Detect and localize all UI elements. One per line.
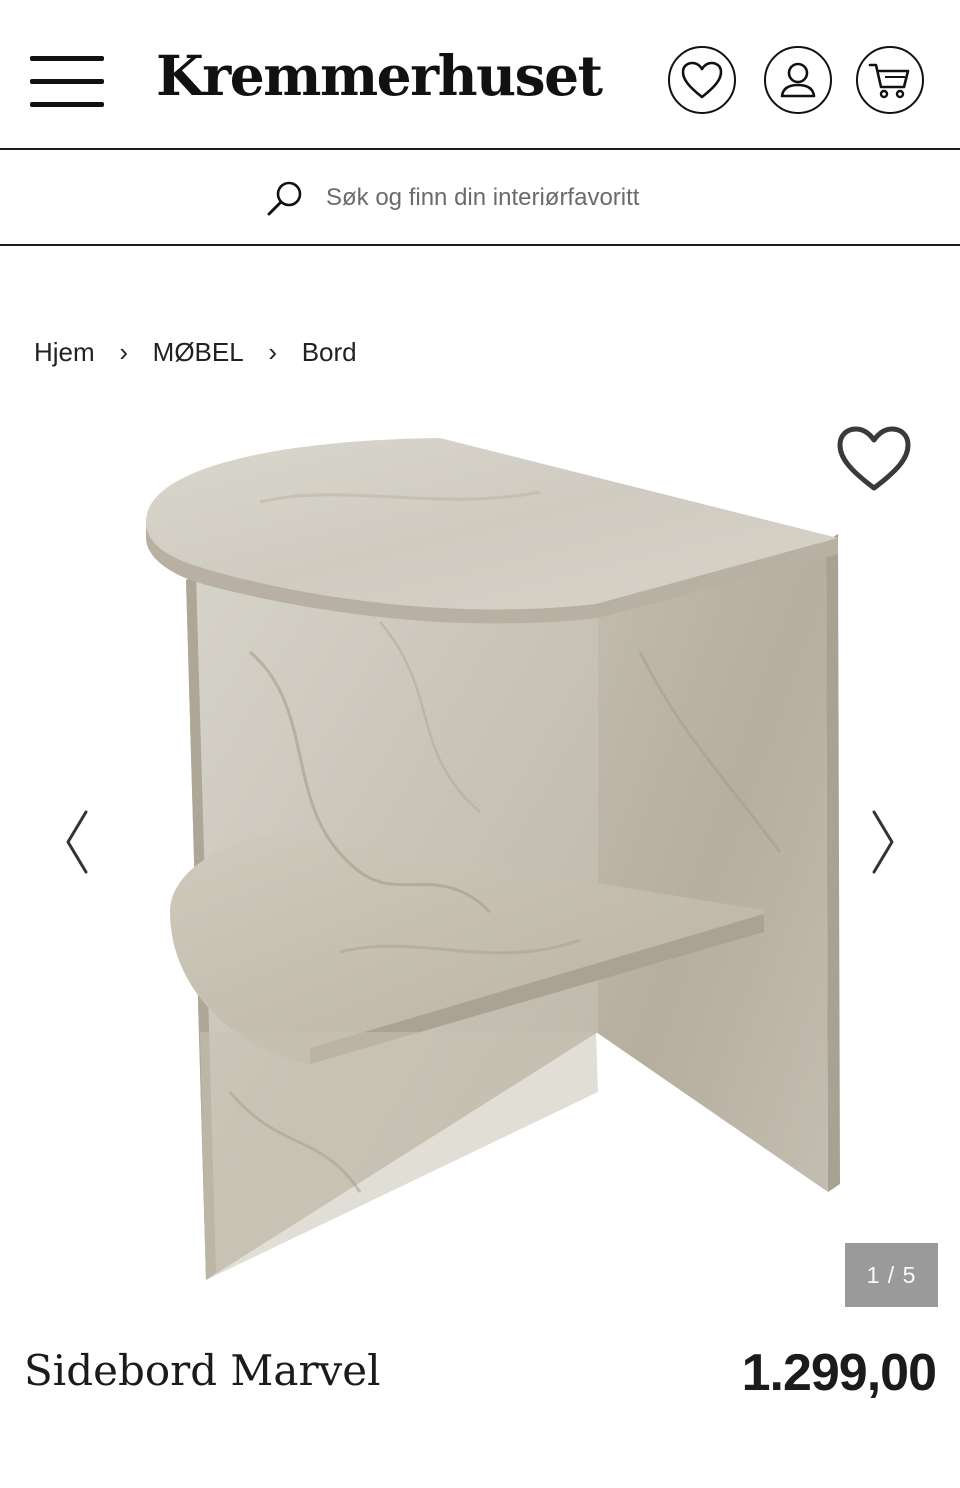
menu-icon-bar — [30, 56, 104, 61]
product-title: Sidebord Marvel — [24, 1346, 381, 1395]
menu-icon-bar — [30, 102, 104, 107]
site-header: Kremmerhuset — [0, 0, 960, 150]
site-logo[interactable]: Kremmerhuset — [156, 48, 603, 103]
heart-icon — [681, 61, 723, 99]
cart-button[interactable] — [856, 46, 924, 114]
user-icon — [780, 62, 816, 98]
breadcrumb: Hjem › MØBEL › Bord — [34, 334, 357, 370]
next-image-chevron-right-icon[interactable] — [864, 808, 904, 876]
breadcrumb-item-home[interactable]: Hjem — [34, 337, 95, 368]
breadcrumb-item-bord[interactable]: Bord — [302, 337, 357, 368]
product-price: 1.299,00 — [741, 1344, 937, 1402]
add-to-wishlist-heart-icon[interactable] — [834, 424, 914, 494]
breadcrumb-item-mobel[interactable]: MØBEL — [153, 337, 244, 368]
menu-icon-bar — [30, 79, 104, 84]
menu-icon[interactable] — [28, 54, 106, 112]
image-counter: 1 / 5 — [845, 1243, 938, 1307]
wishlist-button[interactable] — [668, 46, 736, 114]
product-gallery[interactable] — [0, 392, 960, 1312]
cart-icon — [868, 63, 910, 99]
account-button[interactable] — [764, 46, 832, 114]
search-bar — [0, 150, 960, 246]
product-image[interactable] — [20, 392, 940, 1312]
previous-image-chevron-left-icon[interactable] — [56, 808, 96, 876]
search-input[interactable] — [320, 178, 752, 218]
breadcrumb-separator-icon: › — [119, 336, 128, 367]
breadcrumb-separator-icon: › — [268, 336, 278, 367]
search-icon[interactable] — [264, 178, 306, 220]
